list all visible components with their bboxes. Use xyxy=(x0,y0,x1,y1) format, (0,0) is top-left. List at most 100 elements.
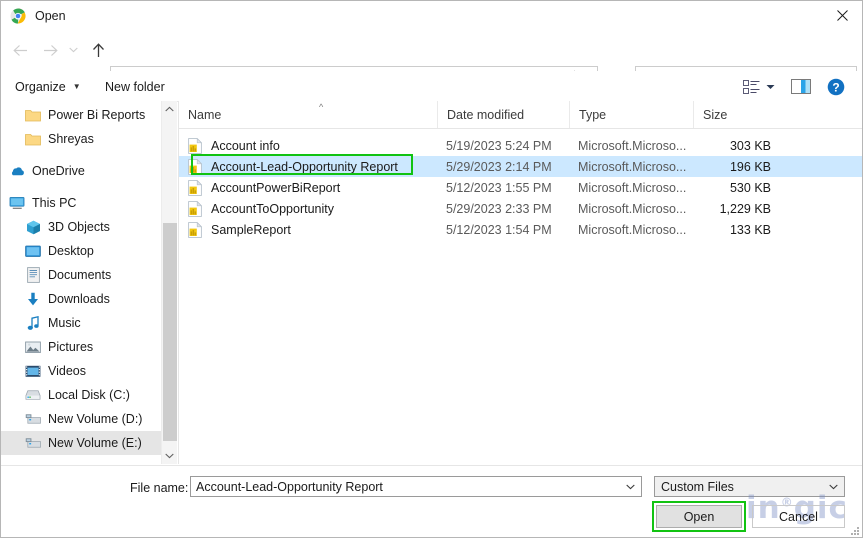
file-date-cell: 5/29/2023 2:33 PM xyxy=(446,201,552,216)
svg-text:?: ? xyxy=(832,80,839,94)
cancel-button[interactable]: Cancel xyxy=(752,505,845,528)
scrollbar-thumb[interactable] xyxy=(163,223,177,441)
sidebar-item-power-bi-reports[interactable]: Power Bi Reports xyxy=(1,103,161,127)
videos-icon xyxy=(25,363,41,379)
sidebar-item-this-pc[interactable]: This PC xyxy=(1,191,161,215)
file-name-dropdown-button[interactable] xyxy=(623,477,637,496)
cancel-button-label: Cancel xyxy=(779,509,818,524)
sidebar-item-downloads[interactable]: Downloads xyxy=(1,287,161,311)
sidebar-item-videos[interactable]: Videos xyxy=(1,359,161,383)
file-type-cell: Microsoft.Microso... xyxy=(578,222,687,237)
desktop-icon xyxy=(25,243,41,259)
chevron-down-icon xyxy=(625,484,635,489)
scroll-down-button[interactable] xyxy=(162,448,177,464)
organize-button[interactable]: Organize ▼ xyxy=(15,76,81,97)
this-pc-icon xyxy=(9,195,25,211)
sidebar-item-label: Downloads xyxy=(48,292,110,306)
chevron-down-icon xyxy=(68,47,78,53)
column-header-label: Name xyxy=(188,107,222,122)
downloads-icon xyxy=(25,291,41,307)
sidebar-item-shreyas[interactable]: Shreyas xyxy=(1,127,161,151)
file-name-text: AccountToOpportunity xyxy=(211,201,334,216)
preview-pane-button[interactable] xyxy=(791,75,812,98)
column-header-label: Type xyxy=(579,107,607,122)
file-type-value: Custom Files xyxy=(661,479,734,494)
file-date-cell: 5/19/2023 5:24 PM xyxy=(446,138,552,153)
sidebar-item-label: Local Disk (C:) xyxy=(48,388,130,402)
sidebar-item-label: Music xyxy=(48,316,81,330)
file-type-dropdown-button[interactable] xyxy=(826,477,840,496)
file-name-cell: AccountToOpportunity xyxy=(188,198,438,219)
close-button[interactable] xyxy=(820,1,862,30)
sidebar-item-local-disk-c[interactable]: Local Disk (C:) xyxy=(1,383,161,407)
table-row[interactable]: AccountToOpportunity 5/29/2023 2:33 PM M… xyxy=(179,198,862,219)
sidebar-item-new-volume-d[interactable]: New Volume (D:) xyxy=(1,407,161,431)
sidebar-item-desktop[interactable]: Desktop xyxy=(1,239,161,263)
table-row[interactable]: AccountPowerBiReport 5/12/2023 1:55 PM M… xyxy=(179,177,862,198)
chevron-down-icon xyxy=(165,453,174,459)
file-name-cell: Account info xyxy=(188,135,438,156)
sidebar-item-onedrive[interactable]: OneDrive xyxy=(1,159,161,183)
open-button[interactable]: Open xyxy=(656,505,742,528)
column-header-date-modified[interactable]: Date modified xyxy=(437,101,569,128)
documents-icon xyxy=(25,267,41,283)
organize-label: Organize xyxy=(15,79,66,94)
chrome-icon xyxy=(10,7,26,24)
sidebar-item-music[interactable]: Music xyxy=(1,311,161,335)
3d-objects-icon xyxy=(25,219,41,235)
file-name-cell: SampleReport xyxy=(188,219,438,240)
table-row[interactable]: Account info 5/19/2023 5:24 PM Microsoft… xyxy=(179,135,862,156)
new-folder-button[interactable]: New folder xyxy=(105,76,165,97)
table-row[interactable]: Account-Lead-Opportunity Report 5/29/202… xyxy=(179,156,862,177)
folder-icon xyxy=(25,107,41,123)
file-type-select[interactable]: Custom Files xyxy=(654,476,845,497)
close-icon xyxy=(836,10,848,21)
file-list-header: ^ Name Date modified Type Size xyxy=(179,101,862,129)
file-size-cell: 530 KB xyxy=(729,180,771,195)
up-button[interactable] xyxy=(85,37,111,63)
navigation-pane-scrollbar[interactable] xyxy=(161,101,177,464)
sidebar-item-pictures[interactable]: Pictures xyxy=(1,335,161,359)
network-drive-icon xyxy=(25,435,41,451)
scroll-up-button[interactable] xyxy=(162,101,177,117)
recent-locations-button[interactable] xyxy=(64,37,82,63)
sidebar-item-label: This PC xyxy=(32,196,77,210)
file-date-cell: 5/12/2023 1:54 PM xyxy=(446,222,552,237)
file-name-text: Account info xyxy=(211,138,280,153)
sidebar-item-label: Desktop xyxy=(48,244,94,258)
file-name-cell: AccountPowerBiReport xyxy=(188,177,438,198)
column-header-type[interactable]: Type xyxy=(569,101,693,128)
sidebar-item-3d-objects[interactable]: 3D Objects xyxy=(1,215,161,239)
sidebar-item-new-volume-e[interactable]: New Volume (E:) xyxy=(1,431,161,455)
file-name-label: File name: xyxy=(130,481,189,495)
forward-button[interactable] xyxy=(37,37,63,63)
resize-grip[interactable] xyxy=(849,525,859,535)
file-name-text: AccountPowerBiReport xyxy=(211,180,341,195)
local-disk-icon xyxy=(25,387,41,403)
column-header-label: Size xyxy=(703,107,728,122)
column-header-size[interactable]: Size xyxy=(693,101,775,128)
title-bar: Open xyxy=(1,1,862,30)
view-options-button[interactable] xyxy=(743,75,762,98)
file-type-cell: Microsoft.Microso... xyxy=(578,201,687,216)
sidebar-item-label: OneDrive xyxy=(32,164,85,178)
sort-ascending-icon: ^ xyxy=(319,102,324,112)
powerbi-file-icon xyxy=(188,221,204,238)
column-header-name[interactable]: ^ Name xyxy=(179,101,437,128)
file-name-input[interactable]: Account-Lead-Opportunity Report xyxy=(190,476,642,497)
back-button[interactable] xyxy=(7,37,33,63)
file-name-cell: Account-Lead-Opportunity Report xyxy=(188,156,438,177)
open-button-label: Open xyxy=(683,509,715,524)
table-row[interactable]: SampleReport 5/12/2023 1:54 PM Microsoft… xyxy=(179,219,862,240)
file-date-cell: 5/29/2023 2:14 PM xyxy=(446,159,552,174)
help-button[interactable]: ? xyxy=(827,75,845,98)
network-drive-icon xyxy=(25,411,41,427)
powerbi-file-icon xyxy=(188,137,204,154)
navigation-pane: Power Bi Reports Shreyas OneDrive This P… xyxy=(1,101,161,464)
sidebar-item-label: New Volume (D:) xyxy=(48,412,143,426)
file-size-cell: 196 KB xyxy=(729,159,771,174)
view-options-dropdown[interactable] xyxy=(766,75,775,98)
navigation-row: › This PC › New Volume (E:) › Power Bi R… xyxy=(1,31,862,91)
sidebar-item-documents[interactable]: Documents xyxy=(1,263,161,287)
